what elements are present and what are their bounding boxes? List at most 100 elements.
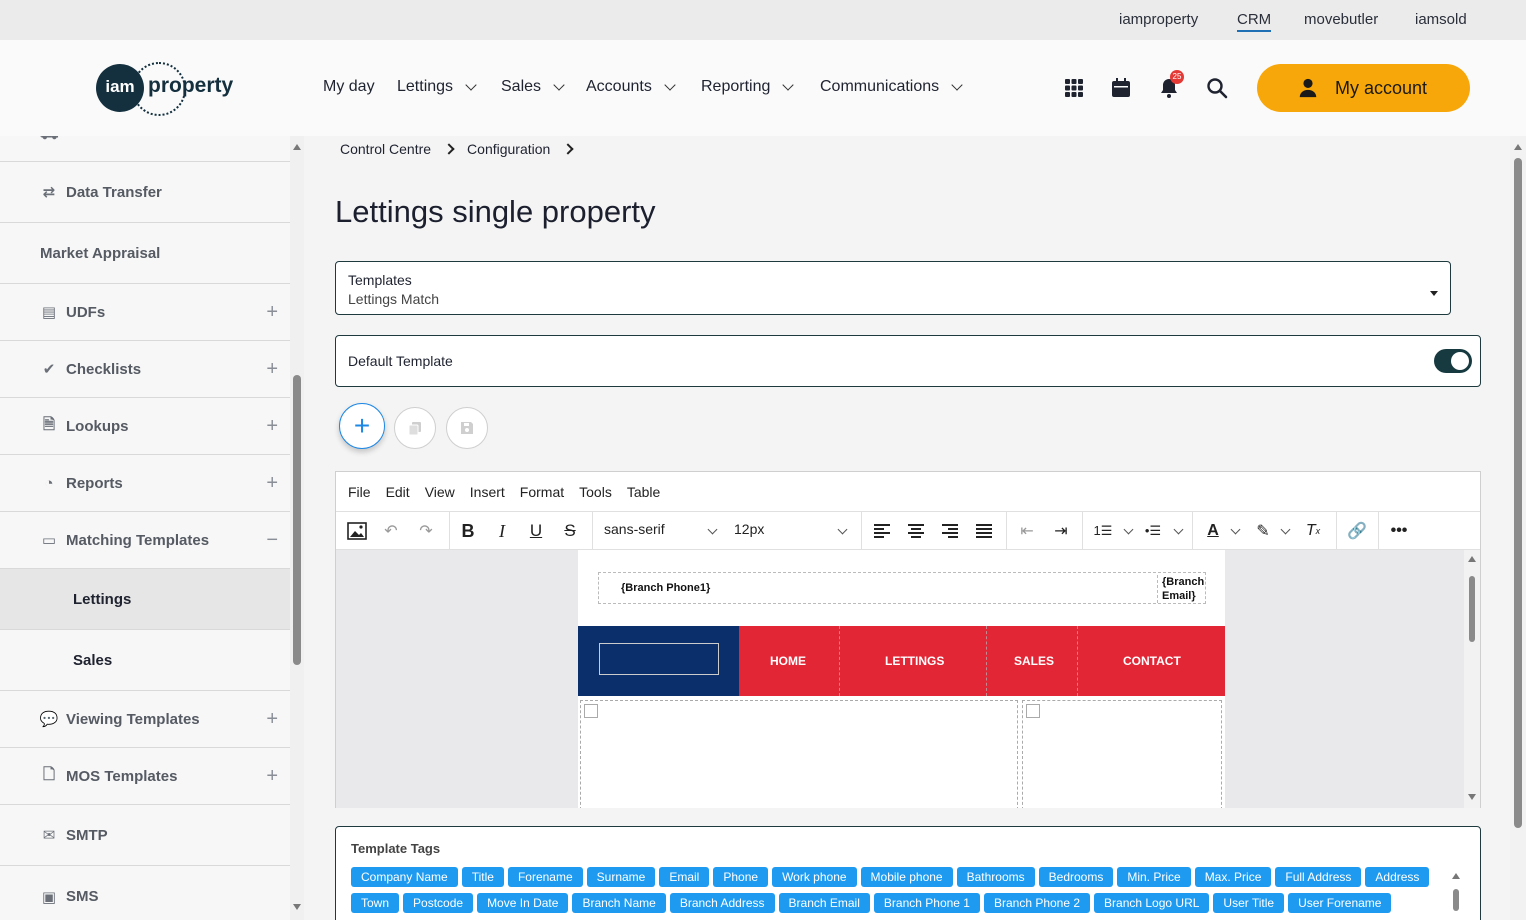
template-tag[interactable]: Min. Price (1117, 867, 1191, 887)
email-nav-sales[interactable]: SALES (1014, 654, 1054, 668)
sidebar-item-viewing-templates[interactable]: 💬 Viewing Templates + (0, 691, 290, 748)
strikethrough-icon[interactable]: S (559, 520, 581, 542)
template-tag[interactable]: Mobile phone (860, 867, 953, 887)
undo-icon[interactable]: ↶ (380, 520, 402, 542)
plus-icon[interactable]: + (266, 415, 278, 438)
template-tag[interactable]: Address (1365, 867, 1430, 887)
brand-link-crm[interactable]: CRM (1237, 11, 1272, 32)
template-tag[interactable]: Branch Phone 1 (873, 893, 980, 913)
template-tag[interactable]: Bathrooms (956, 867, 1035, 887)
image-cell-left[interactable] (580, 700, 1018, 808)
sidebar-item-market-appraisal[interactable]: Market Appraisal (0, 223, 290, 284)
brand-link-movebutler[interactable]: movebutler (1304, 11, 1378, 28)
font-size-select[interactable]: 12px (734, 521, 764, 537)
sidebar-item-sms[interactable]: ▣ SMS (0, 866, 290, 920)
text-color-icon[interactable]: A (1202, 520, 1224, 542)
indent-icon[interactable]: ⇥ (1050, 520, 1072, 542)
sidebar-item-mos-templates[interactable]: 🗋 MOS Templates + (0, 748, 290, 805)
template-tag[interactable]: Full Address (1275, 867, 1362, 887)
templates-select[interactable]: Templates Lettings Match (335, 261, 1451, 315)
menu-view[interactable]: View (425, 484, 455, 500)
scroll-down-icon[interactable] (293, 904, 301, 910)
template-tag[interactable]: Title (461, 867, 504, 887)
apps-grid-icon[interactable] (1062, 76, 1086, 100)
italic-icon[interactable]: I (491, 520, 513, 542)
editor-scroll-thumb[interactable] (1469, 576, 1475, 642)
sidebar-item-udfs[interactable]: ▤ UDFs + (0, 284, 290, 341)
plus-icon[interactable]: + (266, 472, 278, 495)
editor-scrollbar[interactable] (1464, 550, 1480, 808)
nav-my-day[interactable]: My day (323, 78, 375, 96)
align-justify-icon[interactable] (973, 520, 995, 542)
brand-link-iamsold[interactable]: iamsold (1415, 11, 1467, 28)
breadcrumb-control-centre[interactable]: Control Centre (340, 141, 431, 157)
nav-sales[interactable]: Sales (501, 78, 565, 96)
editor-canvas[interactable]: {Branch Phone1} {Branch Email} HOME LETT… (336, 550, 1464, 808)
email-nav-lettings[interactable]: LETTINGS (885, 654, 944, 668)
default-template-toggle[interactable] (1434, 349, 1472, 373)
template-tag[interactable]: Branch Name (572, 893, 666, 913)
plus-icon[interactable]: + (266, 301, 278, 324)
template-tag[interactable]: Max. Price (1194, 867, 1272, 887)
add-template-button[interactable]: + (339, 403, 385, 449)
scroll-up-icon[interactable] (1514, 144, 1522, 150)
template-tag[interactable]: Branch Logo URL (1094, 893, 1210, 913)
branch-phone-tag[interactable]: {Branch Phone1} (621, 582, 710, 594)
clear-format-icon[interactable]: Tx (1302, 520, 1324, 542)
image-icon[interactable] (346, 520, 368, 542)
bold-icon[interactable]: B (457, 520, 479, 542)
menu-insert[interactable]: Insert (470, 484, 505, 500)
redo-icon[interactable]: ↷ (415, 520, 437, 542)
breadcrumb-configuration[interactable]: Configuration (467, 141, 550, 157)
sidebar-item-lookups[interactable]: 🗎 Lookups + (0, 398, 290, 455)
link-icon[interactable]: 🔗 (1346, 520, 1368, 542)
email-nav-contact[interactable]: CONTACT (1123, 654, 1181, 668)
template-tag[interactable]: User Title (1213, 893, 1285, 913)
nav-reporting[interactable]: Reporting (701, 78, 795, 96)
menu-table[interactable]: Table (627, 484, 660, 500)
sidebar-subitem-sales[interactable]: Sales (0, 630, 290, 691)
sidebar-item-matching-templates[interactable]: ▭ Matching Templates − (0, 512, 290, 569)
template-tag[interactable]: Surname (586, 867, 656, 887)
page-scroll-thumb[interactable] (1514, 158, 1522, 828)
scroll-up-icon[interactable] (293, 144, 301, 150)
menu-edit[interactable]: Edit (386, 484, 410, 500)
template-tag[interactable]: Work phone (772, 867, 857, 887)
numbered-list-icon[interactable]: 1☰ (1092, 520, 1114, 542)
template-tag[interactable]: Bedrooms (1038, 867, 1114, 887)
template-tag[interactable]: Company Name (351, 867, 458, 887)
nav-communications[interactable]: Communications (820, 78, 963, 96)
sidebar-item-partial[interactable]: ⛟ (0, 136, 290, 162)
template-tag[interactable]: Branch Address (669, 893, 775, 913)
font-family-select[interactable]: sans-serif (604, 521, 665, 537)
logo[interactable]: iam property (96, 62, 236, 116)
highlight-icon[interactable]: ✎ (1252, 520, 1274, 542)
template-tag[interactable]: Email (659, 867, 710, 887)
align-left-icon[interactable] (871, 520, 893, 542)
tags-scroll-thumb[interactable] (1453, 889, 1459, 911)
sidebar-scroll-thumb[interactable] (293, 375, 301, 665)
template-tag[interactable]: Town (351, 893, 400, 913)
scroll-down-icon[interactable] (1468, 794, 1476, 800)
broken-image-icon[interactable] (599, 643, 719, 675)
template-tag[interactable]: Forename (507, 867, 583, 887)
copy-template-button[interactable] (394, 407, 436, 449)
bullet-list-icon[interactable]: •☰ (1142, 520, 1164, 542)
sidebar-item-checklists[interactable]: ✔ Checklists + (0, 341, 290, 398)
menu-format[interactable]: Format (520, 484, 564, 500)
sidebar-subitem-lettings[interactable]: Lettings (0, 569, 290, 630)
outdent-icon[interactable]: ⇤ (1016, 520, 1038, 542)
plus-icon[interactable]: + (266, 765, 278, 788)
scroll-up-icon[interactable] (1452, 873, 1460, 879)
save-template-button[interactable] (446, 407, 488, 449)
nav-lettings[interactable]: Lettings (397, 78, 477, 96)
calendar-icon[interactable] (1109, 76, 1133, 100)
my-account-button[interactable]: My account (1257, 64, 1470, 112)
tags-scrollbar[interactable] (1451, 867, 1461, 920)
template-tag[interactable]: Branch Email (778, 893, 870, 913)
align-right-icon[interactable] (939, 520, 961, 542)
branch-email-tag[interactable]: {Branch Email} (1157, 575, 1205, 603)
sidebar-item-data-transfer[interactable]: ⇄ Data Transfer (0, 162, 290, 223)
sidebar-item-reports[interactable]: ◔ Reports + (0, 455, 290, 512)
scroll-up-icon[interactable] (1468, 556, 1476, 562)
